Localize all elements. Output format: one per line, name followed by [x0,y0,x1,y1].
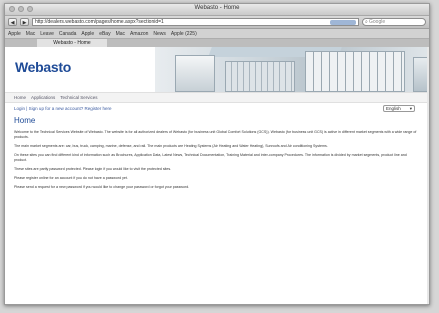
forward-button[interactable]: ▶ [20,18,29,26]
search-field[interactable]: ⌕ Google [362,18,426,26]
search-icon: ⌕ [365,19,368,25]
markets-paragraph: The main market segments are: car, bus, … [14,144,328,148]
banner-building [305,51,405,92]
rss-badge[interactable] [330,20,356,25]
language-select[interactable]: English ▾ [383,105,415,112]
register-paragraph: Please register online for an account if… [14,176,128,181]
browser-toolbar: ◀ ▶ http://dealers.webasto.com/pages/hom… [5,16,429,29]
bookmark-item[interactable]: Amazon [130,31,148,37]
bookmark-item[interactable]: Leave [40,31,54,37]
intro-paragraph: Welcome to the Technical Services Websit… [14,129,417,139]
chevron-down-icon: ▾ [409,106,412,111]
info-paragraph: On these sites you can find different ki… [14,153,407,163]
bookmark-item[interactable]: Mac [26,31,35,37]
title-bar: Webasto - Home [5,4,429,16]
webasto-logo[interactable]: Webasto [15,59,71,75]
login-link[interactable]: Login | Sign up for a new account? Regis… [14,106,111,111]
logo-text: Webasto [15,59,71,75]
tab-webasto-home[interactable]: Webasto - Home [37,39,107,47]
nav-technical-services[interactable]: Technical Services [60,93,97,102]
browser-window: Webasto - Home ◀ ▶ http://dealers.webast… [4,3,430,305]
web-page: Webasto Home Applications Technical Serv… [5,47,429,304]
window-title: Webasto - Home [194,5,240,11]
page-scrollbar[interactable] [427,47,429,304]
nav-applications[interactable]: Applications [31,93,55,102]
page-title: Home [14,116,36,125]
bookmark-item[interactable]: Mac [116,31,125,37]
header-banner-image [155,47,429,92]
request-paragraph: Please send a request for a new password… [14,185,190,190]
bookmark-item[interactable]: Canada [59,31,77,37]
banner-building [175,55,215,92]
bookmarks-bar: Apple Mac Leave Canada Apple eBay Mac Am… [5,29,429,39]
url-text: http://dealers.webasto.com/pages/home.as… [35,19,164,25]
site-header: Webasto [5,47,429,92]
banner-building [225,61,295,92]
bookmark-item[interactable]: News [153,31,166,37]
bookmark-item[interactable]: Apple (225) [171,31,197,37]
nav-home[interactable]: Home [14,93,26,102]
language-value: English [386,106,401,111]
back-button[interactable]: ◀ [8,18,17,26]
bookmark-item[interactable]: Apple [8,31,21,37]
bookmark-item[interactable]: eBay [99,31,110,37]
password-paragraph: These sites are partly password protecte… [14,167,172,172]
address-bar[interactable]: http://dealers.webasto.com/pages/home.as… [32,18,359,26]
bookmark-item[interactable]: Apple [81,31,94,37]
site-nav: Home Applications Technical Services [5,92,429,103]
login-row: Login | Sign up for a new account? Regis… [5,103,429,114]
search-placeholder: Google [369,19,386,25]
